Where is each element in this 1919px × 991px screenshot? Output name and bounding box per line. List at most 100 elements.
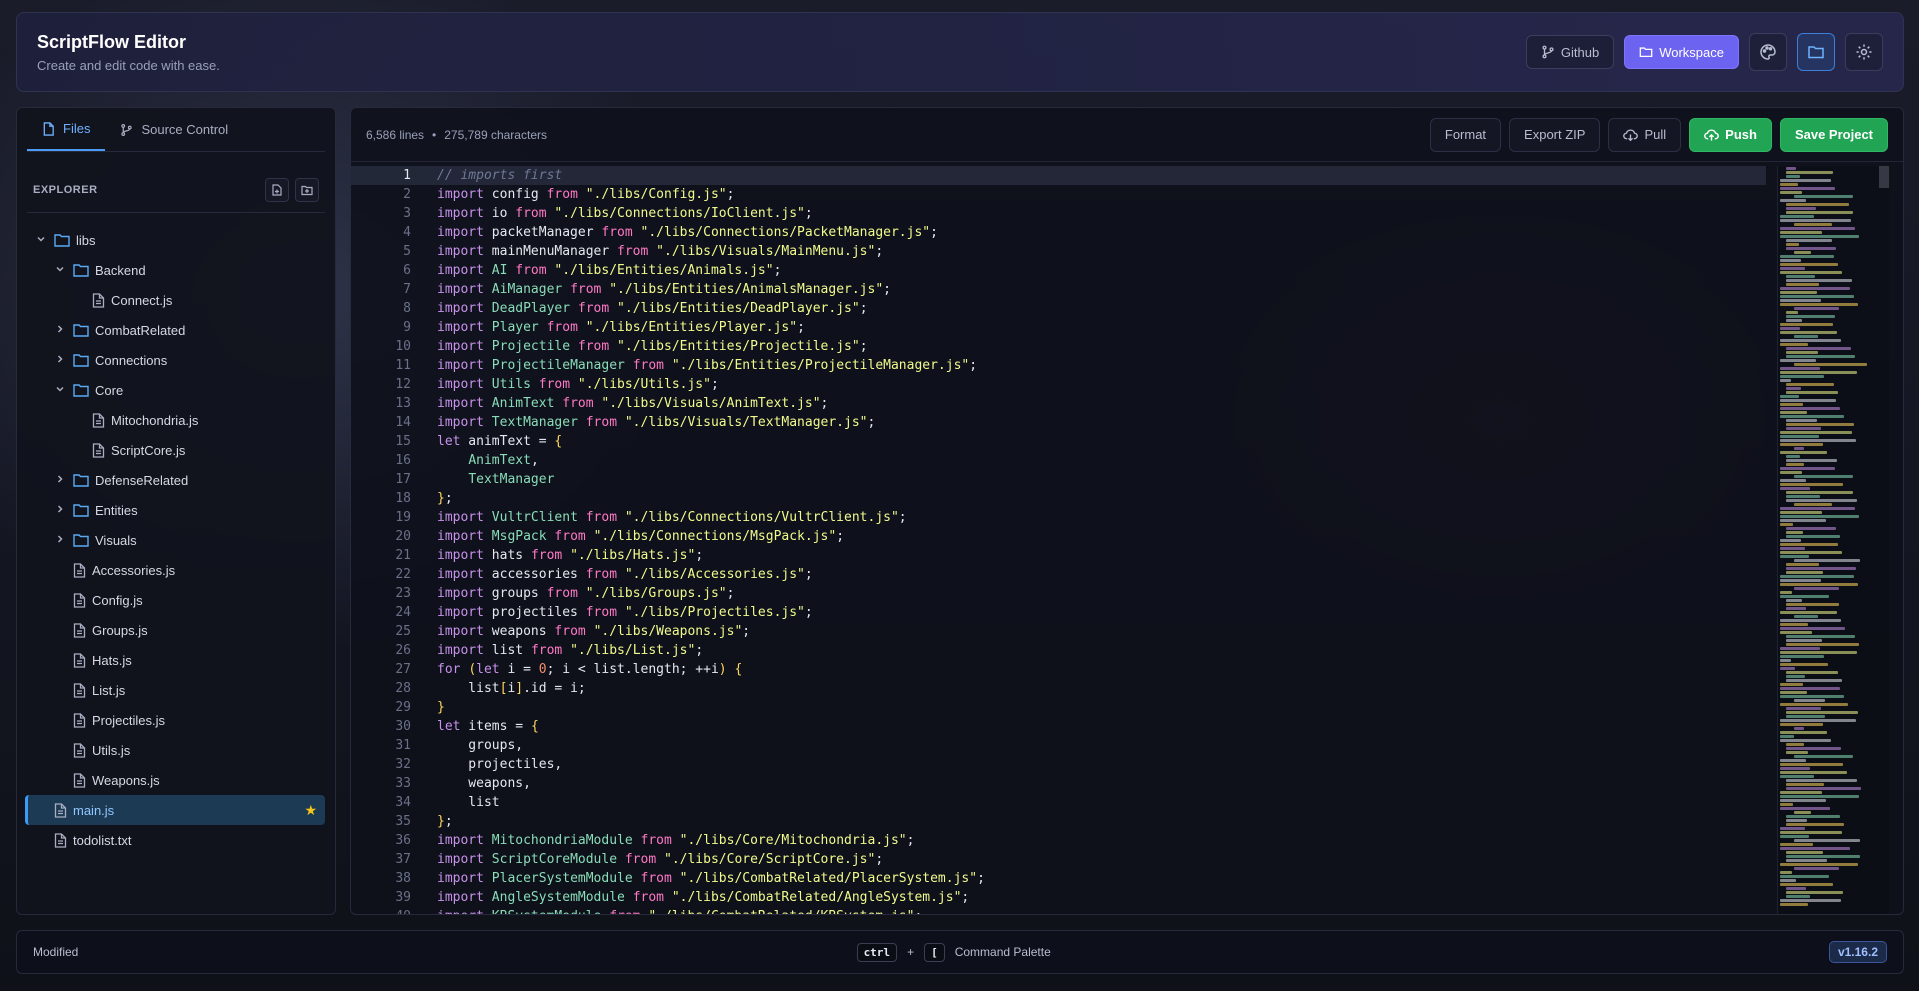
tree-file[interactable]: Utils.js (25, 735, 325, 765)
star-icon[interactable]: ★ (304, 802, 317, 819)
workspace-button[interactable]: Workspace (1624, 35, 1739, 69)
settings-button[interactable] (1845, 33, 1883, 71)
tree-file[interactable]: todolist.txt (25, 825, 325, 855)
tab-source-control[interactable]: Source Control (105, 108, 243, 151)
code-line[interactable]: 9 import Player from "./libs/Entities/Pla… (351, 318, 1766, 337)
code-line[interactable]: 10 import Projectile from "./libs/Entitie… (351, 337, 1766, 356)
code-line[interactable]: 17 TextManager (351, 470, 1766, 489)
code-line[interactable]: 31 groups, (351, 736, 1766, 755)
code-line[interactable]: 40import KBSystemModule from "./libs/Com… (351, 907, 1766, 914)
chevron-right-icon[interactable] (53, 324, 67, 337)
code-line[interactable]: 6 import AI from "./libs/Entities/Animals… (351, 261, 1766, 280)
minimap[interactable] (1777, 166, 1889, 914)
tree-file[interactable]: Connect.js (25, 285, 325, 315)
code-line[interactable]: 2 import config from "./libs/Config.js"; (351, 185, 1766, 204)
tree-file[interactable]: Config.js (25, 585, 325, 615)
code-line[interactable]: 26 import list from "./libs/List.js"; (351, 641, 1766, 660)
chevron-down-icon[interactable] (34, 234, 48, 247)
code-line[interactable]: 18}; (351, 489, 1766, 508)
minimap-line (1780, 407, 1840, 410)
tree-file[interactable]: Groups.js (25, 615, 325, 645)
save-project-button[interactable]: Save Project (1779, 117, 1888, 152)
push-button[interactable]: Push (1689, 117, 1772, 152)
code-line[interactable]: 38 import PlacerSystemModule from "./libs… (351, 869, 1766, 888)
explorer-header: EXPLORER (33, 178, 319, 202)
chevron-right-icon[interactable] (53, 534, 67, 547)
tree-file[interactable]: ScriptCore.js (25, 435, 325, 465)
code-line[interactable]: 37 import ScriptCoreModule from "./libs/C… (351, 850, 1766, 869)
chevron-down-icon[interactable] (53, 264, 67, 277)
minimap-line (1780, 271, 1842, 274)
tree-folder[interactable]: CombatRelated (25, 315, 325, 345)
new-folder-button[interactable] (295, 178, 319, 202)
tree-item-label: Backend (95, 262, 146, 278)
code-line[interactable]: 3 import io from "./libs/Connections/IoCl… (351, 204, 1766, 223)
code-line[interactable]: 25 import weapons from "./libs/Weapons.js… (351, 622, 1766, 641)
format-button[interactable]: Format (1429, 117, 1502, 152)
tree-file[interactable]: Accessories.js (25, 555, 325, 585)
chevron-right-icon[interactable] (53, 504, 67, 517)
code-line[interactable]: 39 import AngleSystemModule from "./libs/… (351, 888, 1766, 907)
code-line[interactable]: 36 import MitochondriaModule from "./libs… (351, 831, 1766, 850)
theme-button[interactable] (1749, 33, 1787, 71)
tree-file[interactable]: Hats.js (25, 645, 325, 675)
code-line[interactable]: 21 import hats from "./libs/Hats.js"; (351, 546, 1766, 565)
tree-file[interactable]: Projectiles.js (25, 705, 325, 735)
tab-files[interactable]: Files (27, 108, 106, 151)
code-line[interactable]: 4 import packetManager from "./libs/Conne… (351, 223, 1766, 242)
code-line[interactable]: 16 AnimText, (351, 451, 1766, 470)
code-line[interactable]: 20 import MsgPack from "./libs/Connection… (351, 527, 1766, 546)
code-line[interactable]: 15 let animText = { (351, 432, 1766, 451)
code-line[interactable]: 7 import AiManager from "./libs/Entities/… (351, 280, 1766, 299)
code-line[interactable]: 23 import groups from "./libs/Groups.js"; (351, 584, 1766, 603)
tree-file[interactable]: List.js (25, 675, 325, 705)
code-editor[interactable]: 1 // imports first 2 import config from "./… (351, 166, 1766, 914)
code-line[interactable]: 32 projectiles, (351, 755, 1766, 774)
new-file-button[interactable] (265, 178, 289, 202)
code-line[interactable]: 33 weapons, (351, 774, 1766, 793)
file-icon (92, 442, 105, 458)
pull-button[interactable]: Pull (1608, 117, 1682, 152)
code-line[interactable]: 34 list (351, 793, 1766, 812)
line-number: 29 (395, 700, 411, 715)
tree-file[interactable]: Mitochondria.js (25, 405, 325, 435)
minimap-line (1786, 391, 1838, 394)
tree-folder[interactable]: libs (25, 225, 325, 255)
code-line[interactable]: 28 list[i].id = i; (351, 679, 1766, 698)
chevron-down-icon[interactable] (53, 384, 67, 397)
editor-scrollbar[interactable] (1879, 166, 1889, 188)
code-line[interactable]: 5 import mainMenuManager from "./libs/Vis… (351, 242, 1766, 261)
tree-file[interactable]: main.js ★ (25, 795, 325, 825)
code-line[interactable]: 12 import Utils from "./libs/Utils.js"; (351, 375, 1766, 394)
code-line[interactable]: 8 import DeadPlayer from "./libs/Entities… (351, 299, 1766, 318)
tree-folder[interactable]: Visuals (25, 525, 325, 555)
explorer-toggle-button[interactable] (1797, 33, 1835, 71)
chevron-right-icon[interactable] (53, 354, 67, 367)
code-line[interactable]: 22 import accessories from "./libs/Access… (351, 565, 1766, 584)
tree-folder[interactable]: DefenseRelated (25, 465, 325, 495)
code-line[interactable]: 11 import ProjectileManager from "./libs/… (351, 356, 1766, 375)
code-line[interactable]: 30 let items = { (351, 717, 1766, 736)
code-line[interactable]: 1 // imports first (351, 166, 1766, 185)
code-line[interactable]: 19 import VultrClient from "./libs/Connec… (351, 508, 1766, 527)
tree-folder[interactable]: Connections (25, 345, 325, 375)
code-line[interactable]: 29} (351, 698, 1766, 717)
code-line[interactable]: 24 import projectiles from "./libs/Projec… (351, 603, 1766, 622)
code-text: weapons, (437, 776, 531, 791)
tree-file[interactable]: Weapons.js (25, 765, 325, 795)
github-button[interactable]: Github (1525, 35, 1615, 69)
tree-folder[interactable]: Backend (25, 255, 325, 285)
code-line[interactable]: 14 import TextManager from "./libs/Visual… (351, 413, 1766, 432)
folder-icon (1639, 45, 1653, 59)
code-line[interactable]: 35}; (351, 812, 1766, 831)
command-palette-hint[interactable]: ctrl + [ Command Palette (856, 942, 1051, 962)
minimap-line (1794, 699, 1825, 702)
tree-folder[interactable]: Entities (25, 495, 325, 525)
line-number: 25 (395, 624, 411, 639)
code-line[interactable]: 13 import AnimText from "./libs/Visuals/A… (351, 394, 1766, 413)
chevron-right-icon[interactable] (53, 474, 67, 487)
minimap-line (1780, 259, 1801, 262)
export-zip-button[interactable]: Export ZIP (1509, 117, 1601, 152)
code-line[interactable]: 27 for (let i = 0; i < list.length; ++i) … (351, 660, 1766, 679)
tree-folder[interactable]: Core (25, 375, 325, 405)
